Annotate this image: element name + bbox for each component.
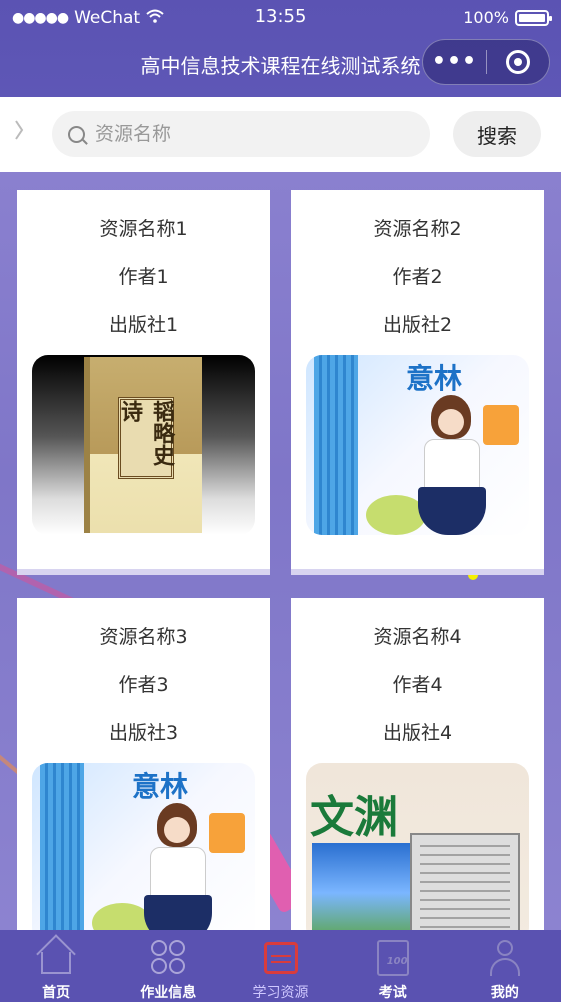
resource-author: 作者2	[392, 266, 443, 288]
resource-publisher: 出版社3	[108, 722, 179, 744]
cover-title: 意林	[406, 362, 463, 395]
tab-label: 学习资源	[252, 985, 309, 1001]
battery-icon	[515, 9, 552, 26]
close-button[interactable]	[487, 50, 549, 74]
resource-publisher: 出版社1	[108, 314, 179, 336]
resource-publisher: 出版社4	[382, 722, 453, 744]
home-icon	[36, 934, 76, 976]
tab-home[interactable]: 首页	[0, 930, 112, 1002]
tab-label: 作业信息	[140, 985, 197, 1001]
journal-cover-image: 文渊	[306, 763, 529, 930]
resource-name: 资源名称2	[373, 218, 462, 240]
tab-homework[interactable]: 作业信息	[112, 930, 224, 1002]
clover-icon	[149, 938, 187, 976]
resource-card[interactable]: 资源名称4 作者4 出版社4 文渊	[291, 598, 544, 930]
search-icon	[68, 125, 85, 143]
tab-exam[interactable]: 100 考试	[337, 930, 449, 1002]
resource-name: 资源名称4	[373, 626, 462, 648]
resource-name: 资源名称3	[99, 626, 188, 648]
search-box	[52, 111, 430, 157]
resource-card[interactable]: 资源名称1 作者1 出版社1 韬略史诗	[17, 190, 270, 575]
target-icon	[505, 50, 530, 74]
header: ●●●●● WeChat 13:55 100% 高中信息技术课程在线测试系统 •…	[0, 0, 561, 97]
cover-title: 意林	[132, 770, 189, 803]
tab-label: 我的	[490, 985, 519, 1001]
battery-percent: 100%	[463, 8, 509, 27]
user-icon	[486, 938, 524, 976]
resource-author: 作者3	[118, 674, 169, 696]
magazine-cover-image: 意林	[32, 763, 255, 930]
chevron-right-icon[interactable]	[14, 119, 24, 147]
tab-bar: 首页 作业信息 学习资源 100 考试 我的	[0, 930, 561, 1002]
search-button[interactable]: 搜索	[453, 111, 541, 157]
page-title: 高中信息技术课程在线测试系统	[140, 54, 421, 78]
calendar-icon	[262, 938, 300, 976]
resource-publisher: 出版社2	[382, 314, 453, 336]
resource-name: 资源名称1	[99, 218, 188, 240]
mini-program-capsule: •••	[422, 39, 550, 85]
search-row: 搜索	[0, 97, 561, 172]
cover-title: 韬略史诗	[117, 397, 175, 479]
resource-author: 作者4	[392, 674, 443, 696]
resource-list: 资源名称1 作者1 出版社1 韬略史诗 资源名称2 作者2 出版社2 意林 资源…	[0, 172, 561, 930]
status-bar: ●●●●● WeChat 13:55 100%	[0, 0, 561, 36]
tab-label: 首页	[42, 985, 71, 1001]
resource-card[interactable]: 资源名称3 作者3 出版社3 意林	[17, 598, 270, 930]
magazine-cover-image: 意林	[306, 355, 529, 535]
resource-author: 作者1	[118, 266, 169, 288]
cover-title: 文渊	[310, 792, 398, 843]
search-input[interactable]	[95, 123, 395, 145]
tab-learning-resources[interactable]: 学习资源	[224, 930, 336, 1002]
more-button[interactable]: •••	[423, 51, 486, 73]
book-cover-image: 韬略史诗	[32, 355, 255, 535]
tab-label: 考试	[378, 985, 407, 1001]
tab-mine[interactable]: 我的	[449, 930, 561, 1002]
exam-icon: 100	[374, 938, 412, 976]
resource-card[interactable]: 资源名称2 作者2 出版社2 意林	[291, 190, 544, 575]
